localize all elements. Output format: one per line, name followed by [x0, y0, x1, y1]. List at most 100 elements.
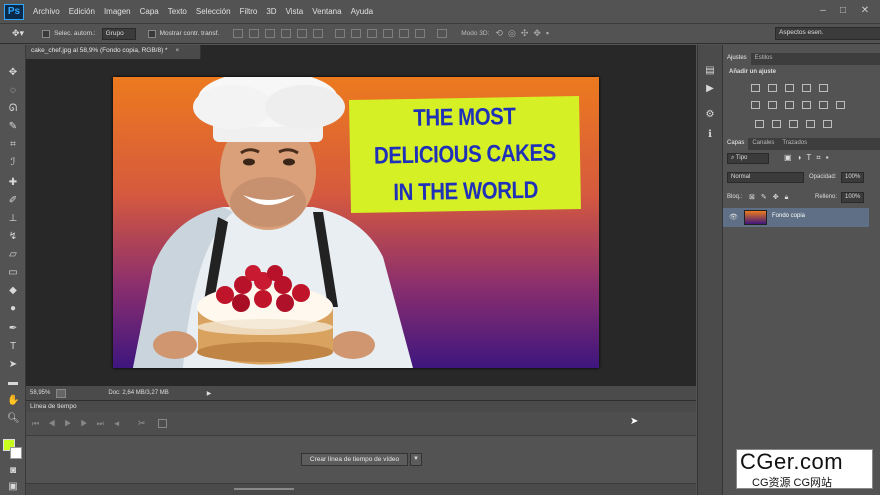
history-panel-icon[interactable]: ▤: [704, 65, 716, 77]
background-color-swatch[interactable]: [10, 447, 22, 459]
align-vcenter-icon[interactable]: [249, 29, 260, 38]
tab-trazados[interactable]: Trazados: [778, 138, 811, 150]
hand-tool-icon[interactable]: ✋: [7, 395, 19, 407]
align-right-icon[interactable]: [313, 29, 324, 38]
shape-tool-icon[interactable]: ▬: [7, 377, 19, 389]
menu-vista[interactable]: Vista: [286, 7, 304, 16]
quick-select-tool-icon[interactable]: ✎: [7, 121, 19, 133]
menu-3d[interactable]: 3D: [266, 7, 276, 16]
workspace-dropdown[interactable]: Aspectos esen.: [775, 27, 880, 40]
eyedropper-tool-icon[interactable]: ℐ: [7, 157, 19, 169]
threshold-icon[interactable]: [789, 120, 798, 128]
align-top-icon[interactable]: [233, 29, 244, 38]
distribute-right-icon[interactable]: [415, 29, 426, 38]
menu-filtro[interactable]: Filtro: [240, 7, 258, 16]
distribute-top-icon[interactable]: [335, 29, 346, 38]
close-button[interactable]: ✕: [858, 4, 872, 18]
distribute-hcenter-icon[interactable]: [399, 29, 410, 38]
menu-ventana[interactable]: Ventana: [312, 7, 341, 16]
healing-tool-icon[interactable]: ✚: [7, 177, 19, 189]
move-tool-icon[interactable]: ✥: [7, 67, 19, 79]
transition-icon[interactable]: [158, 419, 167, 428]
split-icon[interactable]: ✂: [138, 418, 146, 429]
timeline-title[interactable]: Línea de tiempo: [30, 403, 77, 410]
hue-sat-icon[interactable]: [751, 101, 760, 109]
timeline-dropdown-arrow[interactable]: ▼: [410, 453, 422, 466]
distribute-left-icon[interactable]: [383, 29, 394, 38]
tab-estilos[interactable]: Estilos: [751, 53, 777, 65]
eraser-tool-icon[interactable]: ▱: [7, 249, 19, 261]
color-lookup-icon[interactable]: [836, 101, 845, 109]
path-select-tool-icon[interactable]: ➤: [7, 359, 19, 371]
zoom-tool-icon[interactable]: 🔍︎: [7, 413, 20, 425]
brush-tool-icon[interactable]: ✐: [7, 195, 19, 207]
menu-edicion[interactable]: Edición: [69, 7, 95, 16]
show-transform-checkbox[interactable]: [147, 29, 156, 38]
color-balance-icon[interactable]: [768, 101, 777, 109]
quick-mask-icon[interactable]: ◙: [7, 465, 19, 477]
levels-icon[interactable]: [768, 84, 777, 92]
menu-imagen[interactable]: Imagen: [104, 7, 131, 16]
auto-align-icon[interactable]: [437, 29, 448, 38]
close-tab-icon[interactable]: ×: [175, 47, 179, 54]
menu-texto[interactable]: Texto: [168, 7, 187, 16]
align-bottom-icon[interactable]: [265, 29, 276, 38]
tab-ajustes[interactable]: Ajustes: [723, 53, 751, 65]
opacity-input[interactable]: 100%: [841, 172, 864, 183]
history-brush-tool-icon[interactable]: ↯: [7, 231, 19, 243]
menu-capa[interactable]: Capa: [140, 7, 159, 16]
move-tool-preset-icon[interactable]: ✥▾: [12, 28, 24, 39]
exposure-icon[interactable]: [802, 84, 811, 92]
distribute-bottom-icon[interactable]: [367, 29, 378, 38]
3d-tools-icon[interactable]: ⟲◎✣✥▪: [495, 28, 554, 39]
align-hcenter-icon[interactable]: [297, 29, 308, 38]
auto-select-checkbox[interactable]: [42, 29, 51, 38]
bw-icon[interactable]: [785, 101, 794, 109]
type-tool-icon[interactable]: T: [7, 341, 19, 353]
lock-icons[interactable]: ⊠✎✥🔒︎: [749, 193, 794, 202]
channel-mixer-icon[interactable]: [819, 101, 828, 109]
actions-panel-icon[interactable]: ▶: [704, 83, 716, 95]
invert-icon[interactable]: [755, 120, 764, 128]
brightness-icon[interactable]: [751, 84, 760, 92]
fill-input[interactable]: 100%: [841, 192, 864, 203]
gradient-tool-icon[interactable]: ▭: [7, 267, 19, 279]
lasso-tool-icon[interactable]: ᘏ: [7, 103, 19, 115]
photo-filter-icon[interactable]: [802, 101, 811, 109]
layer-visibility-eye-icon[interactable]: 👁︎: [729, 213, 738, 221]
maximize-button[interactable]: □: [836, 4, 850, 18]
tool-presets-icon[interactable]: ⚙: [704, 109, 716, 121]
menu-ayuda[interactable]: Ayuda: [351, 7, 374, 16]
stamp-tool-icon[interactable]: ⊥: [7, 213, 19, 225]
crop-tool-icon[interactable]: ⌗: [7, 139, 19, 151]
document-tab[interactable]: cake_chef.jpg al 58,9% (Fondo copia, RGB…: [26, 45, 201, 59]
tab-capas[interactable]: Capas: [723, 138, 749, 150]
menu-seleccion[interactable]: Selección: [196, 7, 231, 16]
align-left-icon[interactable]: [281, 29, 292, 38]
screen-mode-icon[interactable]: ▣: [7, 481, 19, 493]
timeline-zoom-slider[interactable]: [234, 488, 294, 490]
layer-filter-icons[interactable]: ▣◑T⌗▪: [784, 153, 834, 163]
playback-controls-icon[interactable]: ⏮◀▶▶⏭◄: [32, 419, 130, 429]
zoom-level[interactable]: 58,95%: [30, 390, 50, 396]
blur-tool-icon[interactable]: ◆: [7, 285, 19, 297]
distribute-vcenter-icon[interactable]: [351, 29, 362, 38]
minimize-button[interactable]: –: [816, 4, 830, 18]
marquee-tool-icon[interactable]: ◌: [7, 85, 19, 97]
posterize-icon[interactable]: [772, 120, 781, 128]
status-menu-icon[interactable]: [56, 388, 67, 398]
tab-canales[interactable]: Canales: [748, 138, 778, 150]
layer-name[interactable]: Fondo copia: [772, 213, 805, 219]
menu-archivo[interactable]: Archivo: [33, 7, 60, 16]
status-arrow-icon[interactable]: ▶: [207, 390, 212, 397]
layer-filter-dropdown[interactable]: ⌕ Tipo: [727, 153, 769, 164]
auto-select-dropdown[interactable]: Grupo: [101, 27, 136, 40]
gradient-map-icon[interactable]: [806, 120, 815, 128]
info-panel-icon[interactable]: ℹ: [704, 129, 716, 141]
dodge-tool-icon[interactable]: ●: [7, 303, 19, 315]
selective-color-icon[interactable]: [823, 120, 832, 128]
curves-icon[interactable]: [785, 84, 794, 92]
blend-mode-dropdown[interactable]: Normal: [727, 172, 804, 183]
pen-tool-icon[interactable]: ✒: [7, 323, 19, 335]
vibrance-icon[interactable]: [819, 84, 828, 92]
